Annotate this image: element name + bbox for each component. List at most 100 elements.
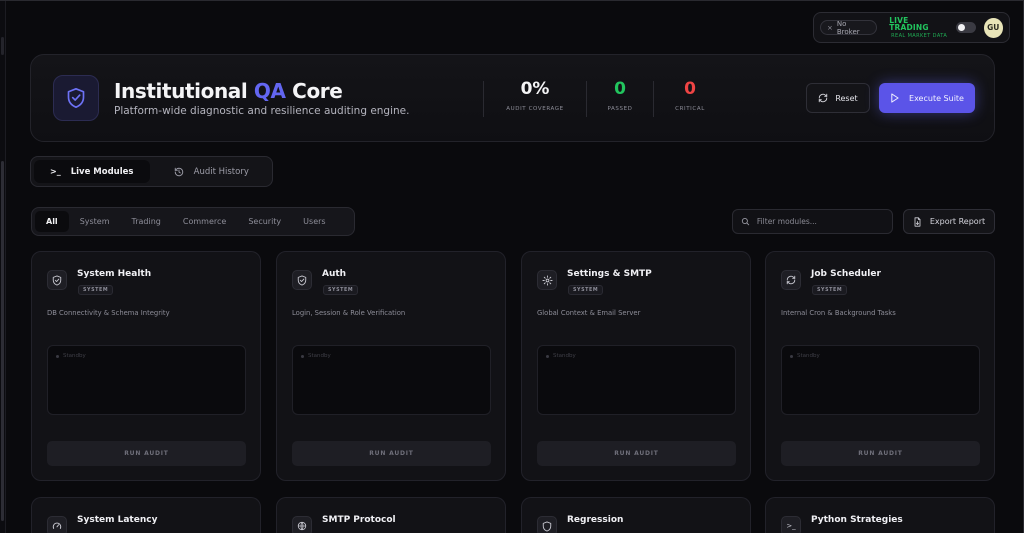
status-text: Standby [308,353,331,359]
module-description: Global Context & Email Server [537,309,641,317]
stat-critical: 0 CRITICAL [645,79,735,113]
reset-button[interactable]: Reset [806,83,870,113]
filter-trading[interactable]: Trading [121,211,172,232]
filter-system[interactable]: System [69,211,121,232]
module-icon-box [781,270,801,290]
terminal-icon: >_ [50,167,61,176]
gauge-icon [52,522,62,529]
module-icon-box [292,516,312,533]
module-card-regression: Regression [521,497,751,533]
module-console: Standby [292,345,491,415]
toggle-knob [958,24,966,31]
module-card-job-scheduler: Job Scheduler SYSTEM Internal Cron & Bac… [765,251,995,481]
status-text: Standby [553,353,576,359]
tab-label: Audit History [193,166,249,177]
module-icon-box [537,516,557,533]
trading-mode-sublabel: REAL MARKET DATA [891,32,948,39]
run-audit-button[interactable]: RUN AUDIT [537,441,736,466]
qa-header-card: Institutional QA Core Platform-wide diag… [30,54,995,142]
broker-selector[interactable]: ⨯ No Broker [820,20,878,36]
execute-suite-button[interactable]: Execute Suite [879,83,975,113]
module-icon-box [47,516,67,533]
module-console: Standby [47,345,246,415]
refresh-icon [786,275,796,285]
trading-mode-label: LIVE TRADING [889,15,929,32]
module-card-python-strategies: >_ Python Strategies [765,497,995,533]
stat-label: CRITICAL [675,106,705,112]
module-category-badge: SYSTEM [323,285,359,295]
gear-icon [541,274,553,286]
module-console: Standby [537,345,736,415]
user-avatar[interactable]: GU [983,17,1003,38]
shield-check-icon [52,274,62,286]
module-name: System Latency [77,515,158,525]
terminal-icon: >_ [786,522,796,530]
module-name: Auth [322,269,347,279]
filter-security[interactable]: Security [237,211,292,232]
filter-all[interactable]: All [35,211,69,232]
module-card-auth: Auth SYSTEM Login, Session & Role Verifi… [276,251,506,481]
scrollbar-thumb[interactable] [1,161,4,521]
module-status: Standby [301,353,331,359]
reset-label: Reset [835,93,858,103]
file-export-icon [914,216,921,227]
status-text: Standby [63,353,86,359]
trading-status-bar: ⨯ No Broker LIVE TRADING REAL MARKET DAT… [813,12,1010,43]
tab-label: Live Modules [70,166,134,177]
search-input[interactable] [756,217,884,226]
status-dot [56,354,59,358]
module-card-settings-smtp: Settings & SMTP SYSTEM Global Context & … [521,251,751,481]
export-report-button[interactable]: Export Report [903,209,995,234]
trading-mode-indicator: LIVE TRADING REAL MARKET DATA [889,15,949,39]
status-dot [546,354,549,358]
module-description: DB Connectivity & Schema Integrity [47,309,170,317]
module-name: Job Scheduler [811,269,881,279]
shield-check-icon [297,274,307,286]
search-icon [741,217,750,226]
module-search[interactable] [732,209,893,234]
title-prefix: Institutional [114,79,254,103]
globe-icon [297,521,307,531]
filter-users[interactable]: Users [292,211,336,232]
module-category-badge: SYSTEM [568,285,604,295]
tab-live-modules[interactable]: >_ Live Modules [34,160,150,183]
export-label: Export Report [929,217,986,226]
stat-label: AUDIT COVERAGE [506,106,564,112]
run-audit-button[interactable]: RUN AUDIT [292,441,491,466]
play-icon [891,93,899,103]
module-status: Standby [790,353,820,359]
module-icon-box: >_ [781,516,801,533]
module-name: System Health [77,269,152,279]
module-description: Internal Cron & Background Tasks [781,309,896,317]
module-name: SMTP Protocol [322,515,396,525]
category-filter-bar: All System Trading Commerce Security Use… [31,207,355,236]
history-icon [174,167,183,176]
module-name: Python Strategies [811,515,903,525]
stat-value: 0% [520,79,550,99]
stat-divider [483,81,484,117]
module-card-system-health: System Health SYSTEM DB Connectivity & S… [31,251,261,481]
module-description: Login, Session & Role Verification [292,309,406,317]
page-title: Institutional QA Core [114,79,343,103]
stat-value: 0 [684,79,696,99]
run-audit-button[interactable]: RUN AUDIT [47,441,246,466]
module-icon-box [537,270,557,290]
trading-mode-toggle[interactable] [956,22,976,33]
module-console: Standby [781,345,980,415]
module-name: Settings & SMTP [567,269,652,279]
tab-audit-history[interactable]: Audit History [154,160,270,183]
run-audit-button[interactable]: RUN AUDIT [781,441,980,466]
title-suffix: Core [285,79,343,103]
filter-commerce[interactable]: Commerce [172,211,237,232]
side-scrollbar[interactable] [0,1,6,533]
module-name: Regression [567,515,624,525]
scrollbar-thumb-top[interactable] [1,37,4,55]
status-dot [790,354,793,358]
unlink-icon: ⨯ [827,23,833,32]
module-category-badge: SYSTEM [78,285,114,295]
status-dot [301,354,304,358]
module-card-system-latency: System Latency [31,497,261,533]
module-status: Standby [56,353,86,359]
module-icon-box [47,270,67,290]
module-icon-box [292,270,312,290]
